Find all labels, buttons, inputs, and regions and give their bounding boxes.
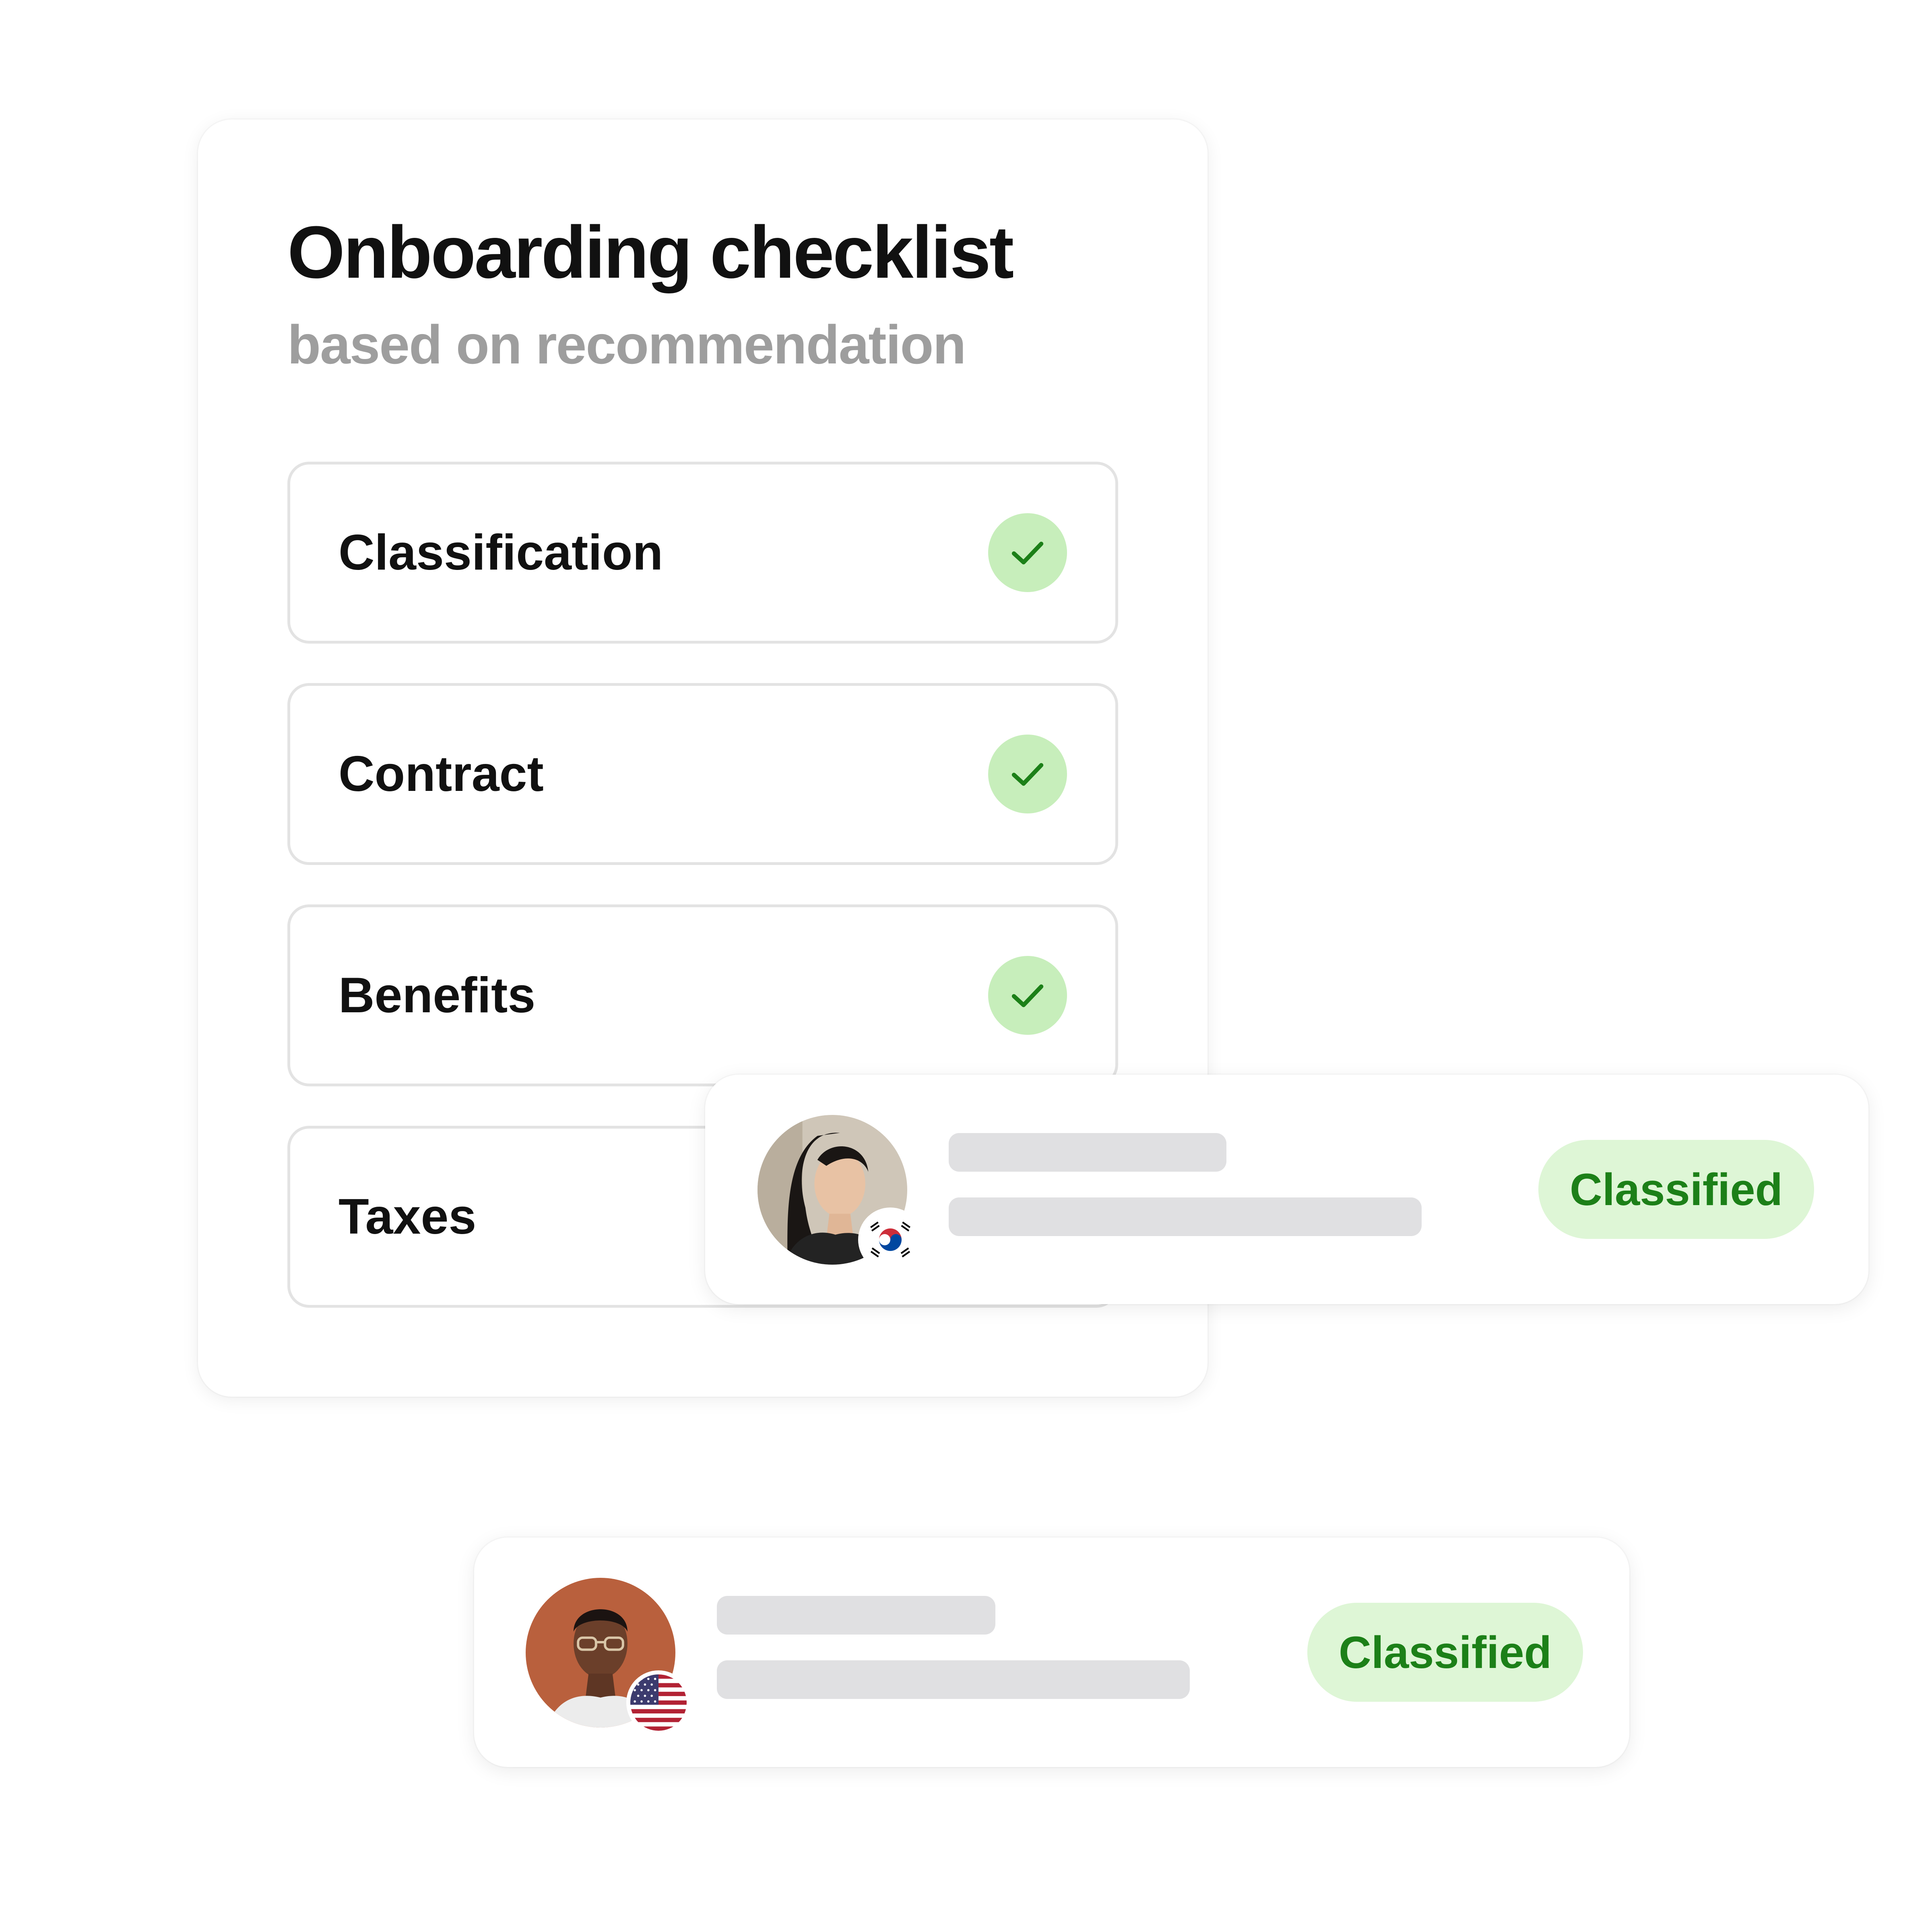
- name-placeholder-bar: [717, 1596, 995, 1635]
- checklist-item-contract[interactable]: Contract: [287, 683, 1118, 865]
- detail-placeholder-bar: [949, 1197, 1422, 1236]
- united-states-flag-icon: [626, 1670, 691, 1735]
- person-row-card[interactable]: Classified: [705, 1075, 1868, 1304]
- checklist-item-benefits[interactable]: Benefits: [287, 904, 1118, 1086]
- south-korea-flag-icon: [858, 1208, 923, 1272]
- detail-placeholder-bar: [717, 1660, 1190, 1699]
- checklist-item-label: Classification: [339, 525, 663, 580]
- status-badge: Classified: [1538, 1140, 1814, 1239]
- check-icon: [988, 735, 1067, 813]
- person-row-card[interactable]: Classified: [474, 1538, 1629, 1767]
- checklist-item-label: Contract: [339, 746, 544, 802]
- checklist-subtitle: based on recommendation: [287, 314, 966, 375]
- checklist-item-classification[interactable]: Classification: [287, 462, 1118, 644]
- checklist-item-label: Benefits: [339, 968, 536, 1023]
- name-placeholder-bar: [949, 1133, 1226, 1172]
- check-icon: [988, 513, 1067, 592]
- checklist-item-label: Taxes: [339, 1189, 477, 1245]
- checklist-title: Onboarding checklist: [287, 211, 1014, 293]
- status-badge: Classified: [1307, 1603, 1583, 1702]
- check-icon: [988, 956, 1067, 1035]
